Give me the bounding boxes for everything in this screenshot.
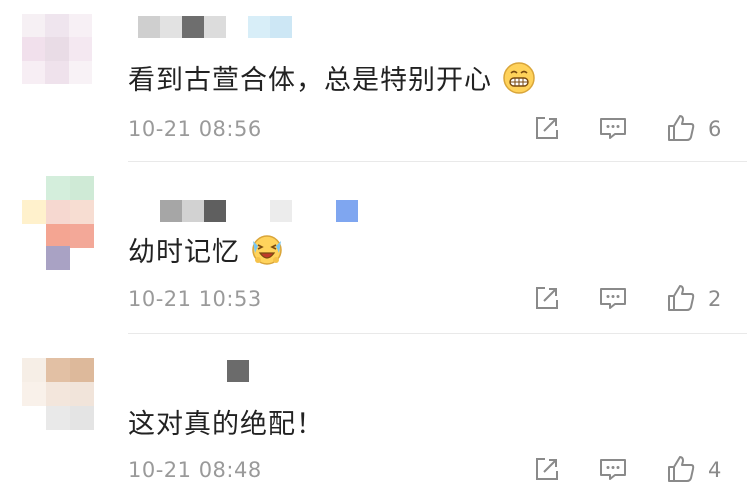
comment-icon[interactable] [598, 454, 628, 484]
thumbs-up-icon[interactable] [666, 113, 696, 143]
share-icon[interactable] [532, 283, 562, 313]
grinning-face-icon [502, 61, 536, 95]
comment-actions: 2 [0, 283, 747, 317]
thumbs-up-icon[interactable] [666, 283, 696, 313]
like-count: 6 [708, 117, 722, 141]
username[interactable] [138, 16, 292, 38]
comment-text: 这对真的绝配！ [128, 409, 324, 440]
username[interactable] [160, 200, 358, 222]
avatar-fragment [46, 246, 70, 270]
comment-text: 幼时记忆 [128, 230, 284, 269]
share-icon[interactable] [532, 113, 562, 143]
like-count: 4 [708, 458, 722, 482]
comment-actions: 4 [0, 454, 747, 488]
like-count: 2 [708, 287, 722, 311]
comment-text: 看到古萱合体，总是特别开心 [128, 58, 536, 97]
username[interactable] [205, 360, 249, 382]
crying-laughing-face-icon [250, 233, 284, 267]
share-icon[interactable] [532, 454, 562, 484]
comment-icon[interactable] [598, 283, 628, 313]
divider [128, 333, 747, 334]
comment-actions: 6 [0, 113, 747, 147]
avatar[interactable] [22, 358, 94, 430]
thumbs-up-icon[interactable] [666, 454, 696, 484]
divider [128, 161, 747, 162]
comment-icon[interactable] [598, 113, 628, 143]
avatar[interactable] [22, 14, 92, 84]
